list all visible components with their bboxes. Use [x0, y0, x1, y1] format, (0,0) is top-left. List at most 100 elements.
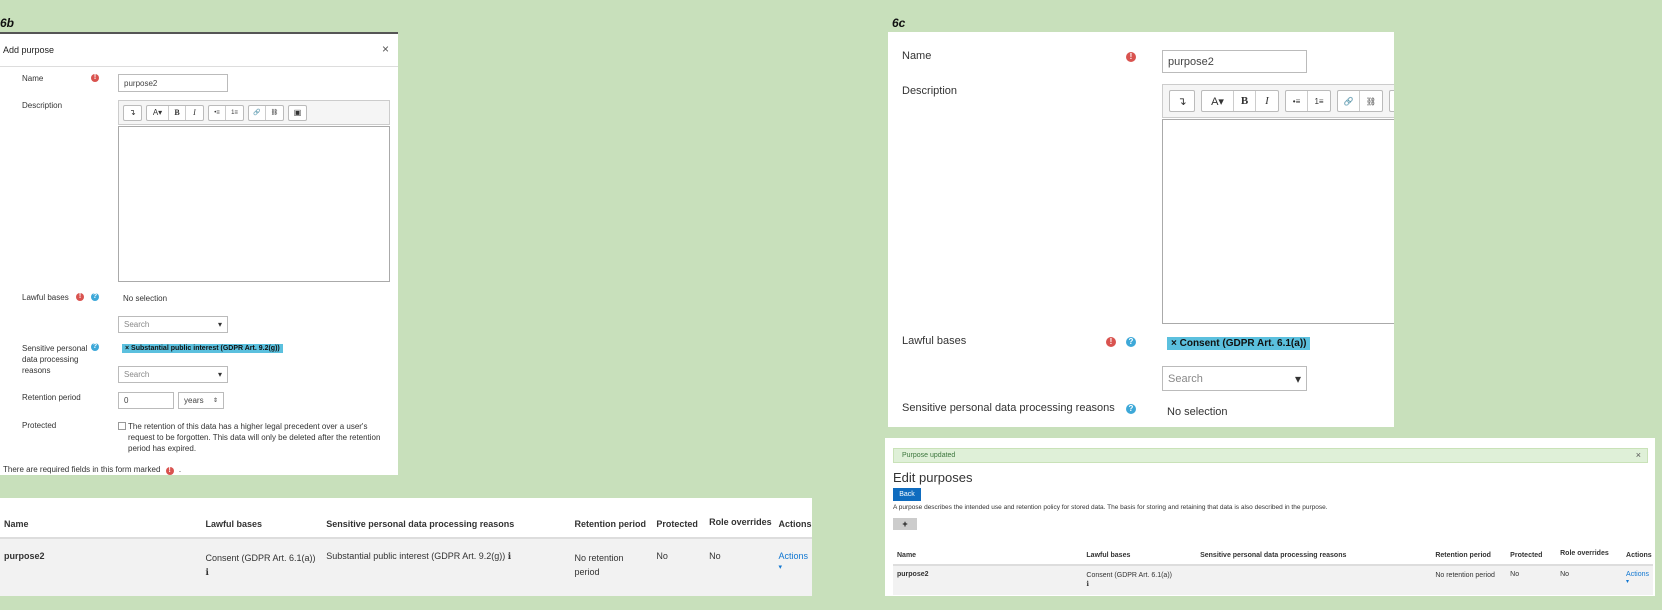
column-header-retention-period: Retention period [574, 519, 646, 529]
retention-period-cell: No retention period [1435, 572, 1495, 579]
actions-cell: Actions ▾ [1622, 565, 1653, 595]
column-header-sensitive-reasons: Sensitive personal data processing reaso… [1200, 552, 1347, 559]
insert-break-button[interactable]: ↴ [1170, 91, 1194, 111]
bold-button[interactable]: B [1234, 91, 1256, 111]
info-icon[interactable]: ℹ [1086, 581, 1089, 588]
name-label: Name [902, 50, 932, 62]
help-icon[interactable]: ? [1126, 337, 1136, 347]
sensitive-reasons-value: No selection [1167, 406, 1228, 418]
stepper-icon: ⇕ [212, 398, 218, 404]
caret-down-icon[interactable]: ▾ [1626, 579, 1629, 585]
lawful-bases-search[interactable]: Search ▾ [118, 316, 228, 333]
dialog-title: Add purpose [3, 45, 55, 55]
table-row: purpose2 Consent (GDPR Art. 6.1(a)) ℹ No… [893, 565, 1653, 595]
bullet-list-button[interactable]: •≡ [1286, 91, 1308, 111]
retention-unit-value: years [184, 396, 204, 405]
font-style-button[interactable]: A▾ [1202, 91, 1234, 111]
font-style-button[interactable]: A▾ [147, 105, 169, 120]
dropdown-icon: ▾ [1294, 371, 1301, 386]
page-description: A purpose describes the intended use and… [893, 504, 1328, 511]
description-label: Description [22, 101, 63, 110]
table-row: purpose2 Consent (GDPR Art. 6.1(a)) ℹ Su… [0, 538, 812, 596]
italic-button[interactable]: I [1256, 91, 1278, 111]
lawful-bases-cell: Consent (GDPR Art. 6.1(a)) ℹ [1082, 565, 1196, 595]
protected-description: The retention of this data has a higher … [128, 422, 381, 453]
purposes-table-6b: Name Lawful bases Sensitive personal dat… [0, 498, 812, 596]
required-icon: ! [1106, 337, 1116, 347]
bullet-list-button[interactable]: •≡ [209, 105, 226, 120]
image-button[interactable]: ▣ [289, 106, 306, 120]
help-icon[interactable]: ? [91, 343, 99, 351]
edit-purpose-form: Name ! purpose2 Description ↴ A▾ B I •≡ … [888, 32, 1394, 427]
dropdown-icon: ▾ [217, 370, 222, 379]
required-fields-note: There are required fields in this form m… [3, 465, 181, 475]
info-icon[interactable]: ℹ [508, 551, 511, 561]
lawful-bases-label: Lawful bases [902, 335, 967, 347]
edit-purposes-page: Purpose updated × Edit purposes Back A p… [885, 438, 1655, 596]
add-purpose-button[interactable]: + [893, 518, 917, 530]
lawful-basis-tag[interactable]: × Consent (GDPR Art. 6.1(a)) [1167, 337, 1311, 350]
role-overrides-cell: No [709, 551, 721, 561]
bold-button[interactable]: B [169, 105, 186, 120]
numbered-list-button[interactable]: 1≡ [226, 106, 243, 120]
protected-label: Protected [22, 421, 57, 430]
caret-down-icon[interactable]: ▾ [778, 564, 782, 571]
required-icon: ! [91, 74, 99, 82]
lawful-bases-text: Consent (GDPR Art. 6.1(a)) [1086, 572, 1172, 579]
description-label: Description [902, 85, 958, 97]
column-header-retention-period: Retention period [1435, 552, 1491, 559]
image-button[interactable]: ▣ [1390, 91, 1394, 111]
lawful-bases-text: Consent (GDPR Art. 6.1(a)) [205, 553, 316, 563]
actions-menu-link[interactable]: Actions [1626, 571, 1649, 578]
figure-label-6b: 6b [0, 16, 15, 30]
required-note-text: There are required fields in this form m… [3, 465, 161, 474]
name-input[interactable]: purpose2 [118, 74, 228, 92]
sensitive-reasons-label: Sensitive personal data processing reaso… [902, 402, 1115, 414]
search-placeholder: Search [124, 370, 150, 379]
role-overrides-cell: No [1560, 571, 1570, 578]
sensitive-reasons-search[interactable]: Search ▾ [118, 366, 228, 383]
retention-period-input[interactable]: 0 [118, 392, 174, 409]
link-button[interactable]: 🔗 [249, 105, 266, 120]
help-icon[interactable]: ? [1126, 404, 1136, 414]
unlink-button[interactable]: ⛓ [266, 106, 283, 120]
editor-toolbar: ↴ A▾ B I •≡ 1≡ 🔗 ⛓ ▣ [1162, 84, 1394, 118]
alert-message: Purpose updated [902, 452, 956, 459]
description-editor[interactable] [1162, 119, 1394, 324]
dialog-header-divider [0, 66, 398, 67]
info-icon[interactable]: ℹ [206, 567, 209, 577]
lawful-bases-value: No selection [123, 294, 168, 303]
page-title: Edit purposes [893, 470, 973, 485]
column-header-name: Name [897, 552, 917, 559]
insert-break-button[interactable]: ↴ [124, 106, 141, 120]
numbered-list-button[interactable]: 1≡ [1308, 91, 1330, 111]
back-button[interactable]: Back [893, 488, 921, 501]
sensitive-reasons-cell: Substantial public interest (GDPR Art. 9… [322, 538, 570, 596]
protected-checkbox[interactable] [118, 422, 126, 430]
purposes-table-6c: Name Lawful bases Sensitive personal dat… [893, 535, 1653, 595]
figure-label-6c: 6c [892, 16, 906, 30]
column-header-protected: Protected [656, 519, 698, 529]
close-icon[interactable]: × [1636, 450, 1641, 460]
link-button[interactable]: 🔗 [1338, 91, 1360, 111]
column-header-protected: Protected [1510, 552, 1543, 559]
required-icon: ! [1126, 52, 1136, 62]
sensitive-reason-tag[interactable]: × Substantial public interest (GDPR Art.… [122, 344, 283, 353]
help-icon[interactable]: ? [91, 293, 99, 301]
description-editor[interactable] [118, 126, 390, 282]
name-input[interactable]: purpose2 [1162, 50, 1307, 73]
close-icon[interactable]: × [382, 42, 389, 56]
lawful-bases-search[interactable]: Search ▾ [1162, 366, 1307, 391]
actions-menu-link[interactable]: Actions [778, 551, 808, 561]
sensitive-reasons-cell [1196, 565, 1431, 595]
add-purpose-dialog: Add purpose × Name ! purpose2 Descriptio… [0, 32, 398, 475]
italic-button[interactable]: I [186, 106, 203, 120]
column-header-actions: Actions [1626, 552, 1652, 559]
actions-cell: Actions ▾ [774, 538, 812, 596]
protected-cell: No [656, 551, 668, 561]
success-alert: Purpose updated × [893, 448, 1648, 463]
unlink-button[interactable]: ⛓ [1360, 91, 1382, 111]
dropdown-icon: ▾ [217, 320, 222, 329]
retention-unit-select[interactable]: years ⇕ [178, 392, 224, 409]
name-label: Name [22, 74, 44, 83]
